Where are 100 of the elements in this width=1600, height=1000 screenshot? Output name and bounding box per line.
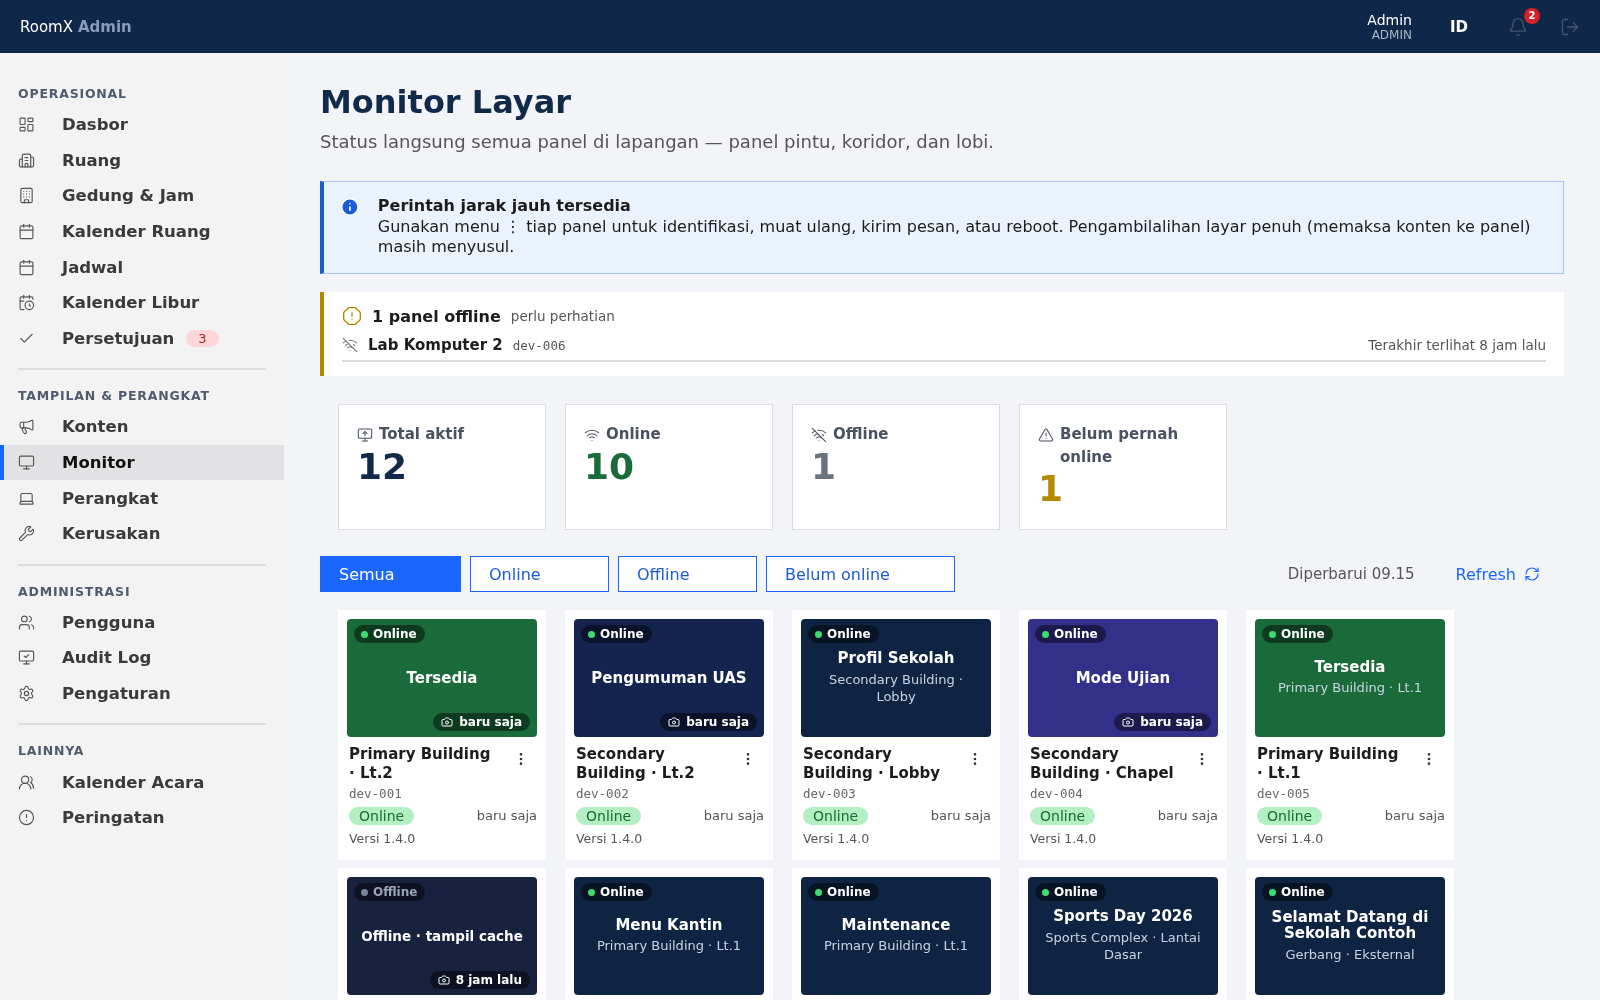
sidebar-item[interactable]: Dasbor <box>0 107 284 143</box>
snapshot-chip: baru saja <box>660 713 757 731</box>
last-seen: baru saja <box>1157 808 1218 823</box>
section-heading: OPERASIONAL <box>18 86 128 101</box>
stat-label: Offline <box>833 424 889 445</box>
preview-title: Selamat Datang di Sekolah Contoh <box>1270 908 1430 942</box>
count-badge: 3 <box>186 329 219 347</box>
sidebar-item[interactable]: Audit Log <box>0 640 284 676</box>
filter-tab[interactable]: Offline <box>618 556 757 592</box>
preview-subtitle: Primary Building · Lt.1 <box>823 937 969 955</box>
sidebar-item-label: Pengaturan <box>62 684 171 703</box>
notification-badge: 2 <box>1524 7 1540 24</box>
sidebar-item[interactable]: Konten <box>0 409 284 445</box>
panel-name: Lab Komputer 2 <box>368 336 503 354</box>
sidebar-item-label: Persetujuan <box>62 328 175 348</box>
info-icon <box>340 196 360 218</box>
filter-tab[interactable]: Semua <box>320 556 461 592</box>
version-text: Versi 1.4.0 <box>1256 830 1325 846</box>
device-id: dev-002 <box>575 785 630 801</box>
status-badge: Online <box>1262 625 1333 643</box>
panel-name: Primary Building · Lt.1 <box>1257 745 1400 783</box>
preview-overlay-text: Offline · tampil cache <box>361 928 523 944</box>
status-badge: Online <box>808 625 879 643</box>
device-id: dev-006 <box>512 337 566 353</box>
sidebar-item[interactable]: Peringatan <box>0 799 284 836</box>
sidebar-item[interactable]: Monitor <box>0 444 284 481</box>
dashboard-icon <box>18 116 35 134</box>
building-icon <box>18 151 35 169</box>
language-button[interactable]: ID <box>1445 13 1472 40</box>
panel-name: Secondary Building · Chapel <box>1030 745 1175 783</box>
stat-value: 12 <box>357 445 409 487</box>
panel-name: Secondary Building · Lt.2 <box>576 745 696 783</box>
last-seen: Terakhir terlihat 8 jam lalu <box>1368 337 1546 353</box>
status-badge: Online <box>808 883 879 901</box>
sidebar-item[interactable]: Ruang <box>0 142 284 179</box>
wrench-icon <box>18 525 35 543</box>
sidebar-item[interactable]: Jadwal <box>0 249 284 285</box>
alert-text: Gunakan menu ⋮ tiap panel untuk identifikasi, muat ulang, kirim pesan, atau reboot. Pengambilalihan layar penuh (memaksa konten ke panel) masih menyusul. <box>377 217 1532 257</box>
sidebar-item[interactable]: Pengguna <box>0 604 284 641</box>
preview-title: Menu Kantin <box>615 916 723 934</box>
wifi-off-icon <box>811 427 827 443</box>
sidebar-item-label: Pengguna <box>62 612 156 632</box>
page-subtitle: Status langsung semua panel di lapangan — panel pintu, koridor, dan lobi. <box>320 131 996 152</box>
filter-tab[interactable]: Belum online <box>766 556 955 592</box>
sidebar-item[interactable]: Kalender Libur <box>0 284 284 321</box>
sidebar-item[interactable]: Kalender Acara <box>0 764 284 800</box>
section-heading: LAINNYA <box>18 743 86 759</box>
stat-value: 10 <box>584 445 636 487</box>
alert-icon <box>18 809 35 827</box>
preview-title: Tersedia <box>1314 658 1386 676</box>
preview-title: Mode Ujian <box>1075 669 1171 687</box>
status-badge: Online <box>1262 883 1333 901</box>
brand-name: RoomX <box>20 17 73 36</box>
section-heading: ADMINISTRASI <box>18 583 132 599</box>
building-icon <box>18 187 35 205</box>
sidebar-item[interactable]: Kalender Ruang <box>0 213 284 250</box>
alert-note: perlu perhatian <box>510 308 615 324</box>
status-badge: Online <box>1035 883 1106 901</box>
camera-icon <box>437 974 450 986</box>
sidebar-item-label: Dasbor <box>62 115 128 135</box>
device-id: dev-004 <box>1029 785 1084 801</box>
stat-label: Belum pernah online <box>1060 424 1180 468</box>
sidebar-item-label: Perangkat <box>62 488 159 508</box>
preview-subtitle: Gerbang · Eksternal <box>1285 945 1415 964</box>
sidebar-item[interactable]: Pengaturan <box>0 675 284 712</box>
calendar-icon <box>18 258 35 276</box>
sidebar-item[interactable]: Kerusakan <box>0 515 284 552</box>
stat-value: 1 <box>811 445 838 487</box>
sidebar-item[interactable]: Persetujuan 3 <box>0 320 284 357</box>
device-id: dev-005 <box>1256 785 1311 801</box>
sidebar-item-label: Konten <box>62 417 129 437</box>
user-role: ADMIN <box>1371 27 1412 42</box>
preview-title: Sports Day 2026 <box>1053 908 1193 925</box>
preview-title: Maintenance <box>841 916 951 934</box>
section-heading: TAMPILAN & PERANGKAT <box>18 388 211 404</box>
status-badge: Offline <box>354 883 426 901</box>
preview-subtitle: Primary Building · Lt.1 <box>1277 679 1423 697</box>
sidebar-item[interactable]: Perangkat <box>0 480 284 516</box>
preview-title: Tersedia <box>406 669 478 687</box>
page-title: Monitor Layar <box>320 83 572 121</box>
camera-icon <box>441 716 454 728</box>
monitor-icon <box>357 427 373 443</box>
camera-icon <box>668 716 681 728</box>
stat-label: Online <box>606 424 661 445</box>
sidebar-item[interactable]: Gedung & Jam <box>0 178 284 214</box>
status-pill: Online <box>1257 806 1323 825</box>
refresh-button[interactable]: Refresh <box>1449 563 1546 585</box>
version-text: Versi 1.4.0 <box>1029 830 1098 846</box>
stat-label: Total aktif <box>379 424 465 445</box>
alert-title: Perintah jarak jauh tersedia <box>377 196 632 215</box>
megaphone-icon <box>18 418 35 436</box>
wifi-off-icon <box>342 337 358 353</box>
user-name: Admin <box>1367 11 1412 28</box>
updated-time: Diperbarui 09.15 <box>1287 565 1415 583</box>
filter-tab[interactable]: Online <box>470 556 609 592</box>
alert-title: 1 panel offline <box>372 306 501 326</box>
settings-icon <box>18 685 35 702</box>
wifi-icon <box>584 427 600 443</box>
sidebar-item-label: Kalender Acara <box>62 772 205 792</box>
preview-subtitle: Secondary Building · Lobby <box>828 670 964 706</box>
